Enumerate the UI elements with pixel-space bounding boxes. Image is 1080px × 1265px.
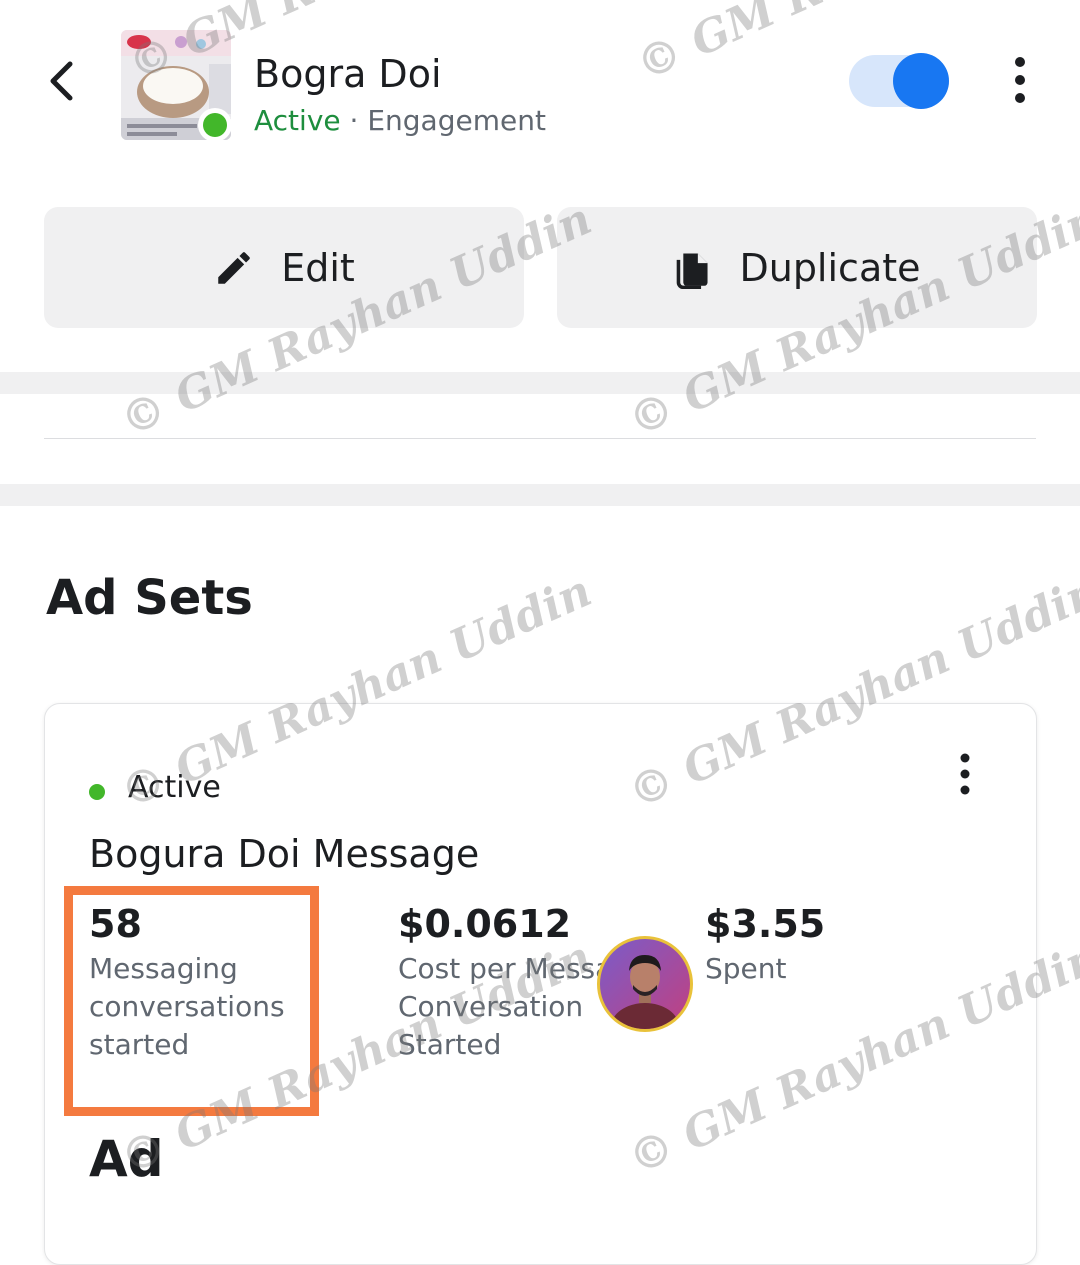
edit-label: Edit xyxy=(281,245,355,290)
back-arrow-icon xyxy=(50,61,73,101)
avatar xyxy=(597,936,693,1032)
campaign-subtitle: Active · Engagement xyxy=(254,104,546,137)
metric-value: $3.55 xyxy=(705,902,826,946)
edit-button[interactable]: Edit xyxy=(44,207,524,328)
divider-line xyxy=(44,438,1036,439)
separator: · xyxy=(349,104,359,137)
section-divider xyxy=(0,484,1080,506)
duplicate-icon xyxy=(677,252,709,289)
campaign-status: Active xyxy=(254,104,341,137)
toggle-knob xyxy=(893,53,949,109)
metric-label: Spent xyxy=(705,952,787,985)
section-divider xyxy=(0,372,1080,394)
duplicate-label: Duplicate xyxy=(739,245,921,290)
ad-sets-heading: Ad Sets xyxy=(46,570,253,626)
campaign-objective: Engagement xyxy=(367,104,546,137)
campaign-title: Bogra Doi xyxy=(254,52,442,96)
ad-set-more-button[interactable] xyxy=(948,752,982,798)
active-status-dot xyxy=(198,108,232,142)
highlight-box xyxy=(64,886,319,1116)
metric-value: $0.0612 xyxy=(398,902,572,946)
more-vertical-icon xyxy=(960,753,970,795)
pencil-icon xyxy=(218,251,250,284)
ad-set-status-dot xyxy=(89,784,105,800)
back-button[interactable] xyxy=(44,58,84,104)
ad-set-name[interactable]: Bogura Doi Message xyxy=(89,832,479,876)
ad-set-status: Active xyxy=(128,770,221,805)
more-vertical-icon xyxy=(1015,57,1025,103)
duplicate-button[interactable]: Duplicate xyxy=(557,207,1037,328)
campaign-toggle[interactable] xyxy=(849,53,949,109)
ads-heading: Ad xyxy=(89,1130,164,1188)
more-options-button[interactable] xyxy=(1000,56,1040,106)
